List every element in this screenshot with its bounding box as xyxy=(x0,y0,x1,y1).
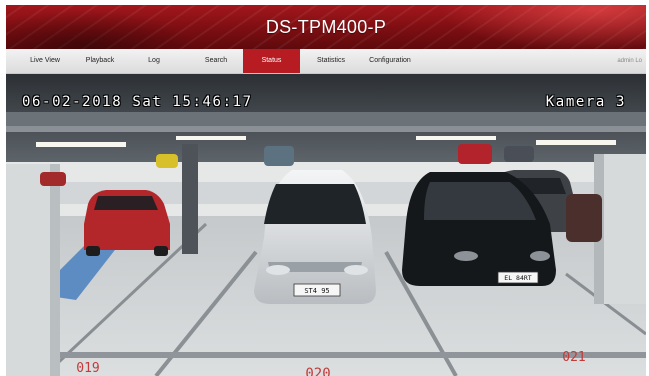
camera-frame: ST4 95 EL 84RT 019 020 021 xyxy=(6,74,646,376)
tab-statistics[interactable]: Statistics xyxy=(306,49,356,73)
ceiling-light xyxy=(36,142,126,147)
plate-text-black-car: EL 84RT xyxy=(504,274,531,282)
ceiling-light xyxy=(176,136,246,140)
parked-car xyxy=(156,154,178,168)
nvr-web-client: DS-TPM400-P Live View Playback Log Searc… xyxy=(0,0,649,376)
tab-live-view[interactable]: Live View xyxy=(12,49,78,73)
ceiling-light xyxy=(536,140,616,145)
plate-text-white-car: ST4 95 xyxy=(304,287,329,295)
parked-car xyxy=(458,144,492,164)
parked-car xyxy=(264,146,294,166)
pillar-center xyxy=(182,144,198,254)
space-number: 020 xyxy=(305,366,330,376)
osd-timestamp: 06-02-2018 Sat 15:46:17 xyxy=(22,94,253,110)
floor-curb xyxy=(6,352,646,358)
parked-car xyxy=(504,146,534,162)
app-header: DS-TPM400-P xyxy=(6,5,646,49)
tab-log[interactable]: Log xyxy=(132,49,176,73)
parked-car xyxy=(40,172,66,186)
tab-configuration[interactable]: Configuration xyxy=(360,49,420,73)
device-title: DS-TPM400-P xyxy=(265,17,387,37)
user-menu[interactable]: admin Lo xyxy=(617,49,642,73)
live-video-view[interactable]: ST4 95 EL 84RT 019 020 021 06-02-2018 Sa… xyxy=(6,74,646,376)
pillar-left xyxy=(6,164,50,376)
ceiling-beam xyxy=(6,112,646,126)
osd-camera-label: Kamera 3 xyxy=(545,94,626,110)
main-nav: Live View Playback Log Search Status Sta… xyxy=(6,49,646,74)
tab-search[interactable]: Search xyxy=(194,49,238,73)
tab-status[interactable]: Status xyxy=(243,49,300,73)
space-number: 019 xyxy=(76,361,99,376)
tab-playback[interactable]: Playback xyxy=(72,49,128,73)
pillar-right xyxy=(602,154,646,304)
ceiling-light xyxy=(416,136,496,140)
space-number: 021 xyxy=(562,350,585,365)
red-hatchback xyxy=(84,190,170,256)
parked-car xyxy=(566,194,602,242)
